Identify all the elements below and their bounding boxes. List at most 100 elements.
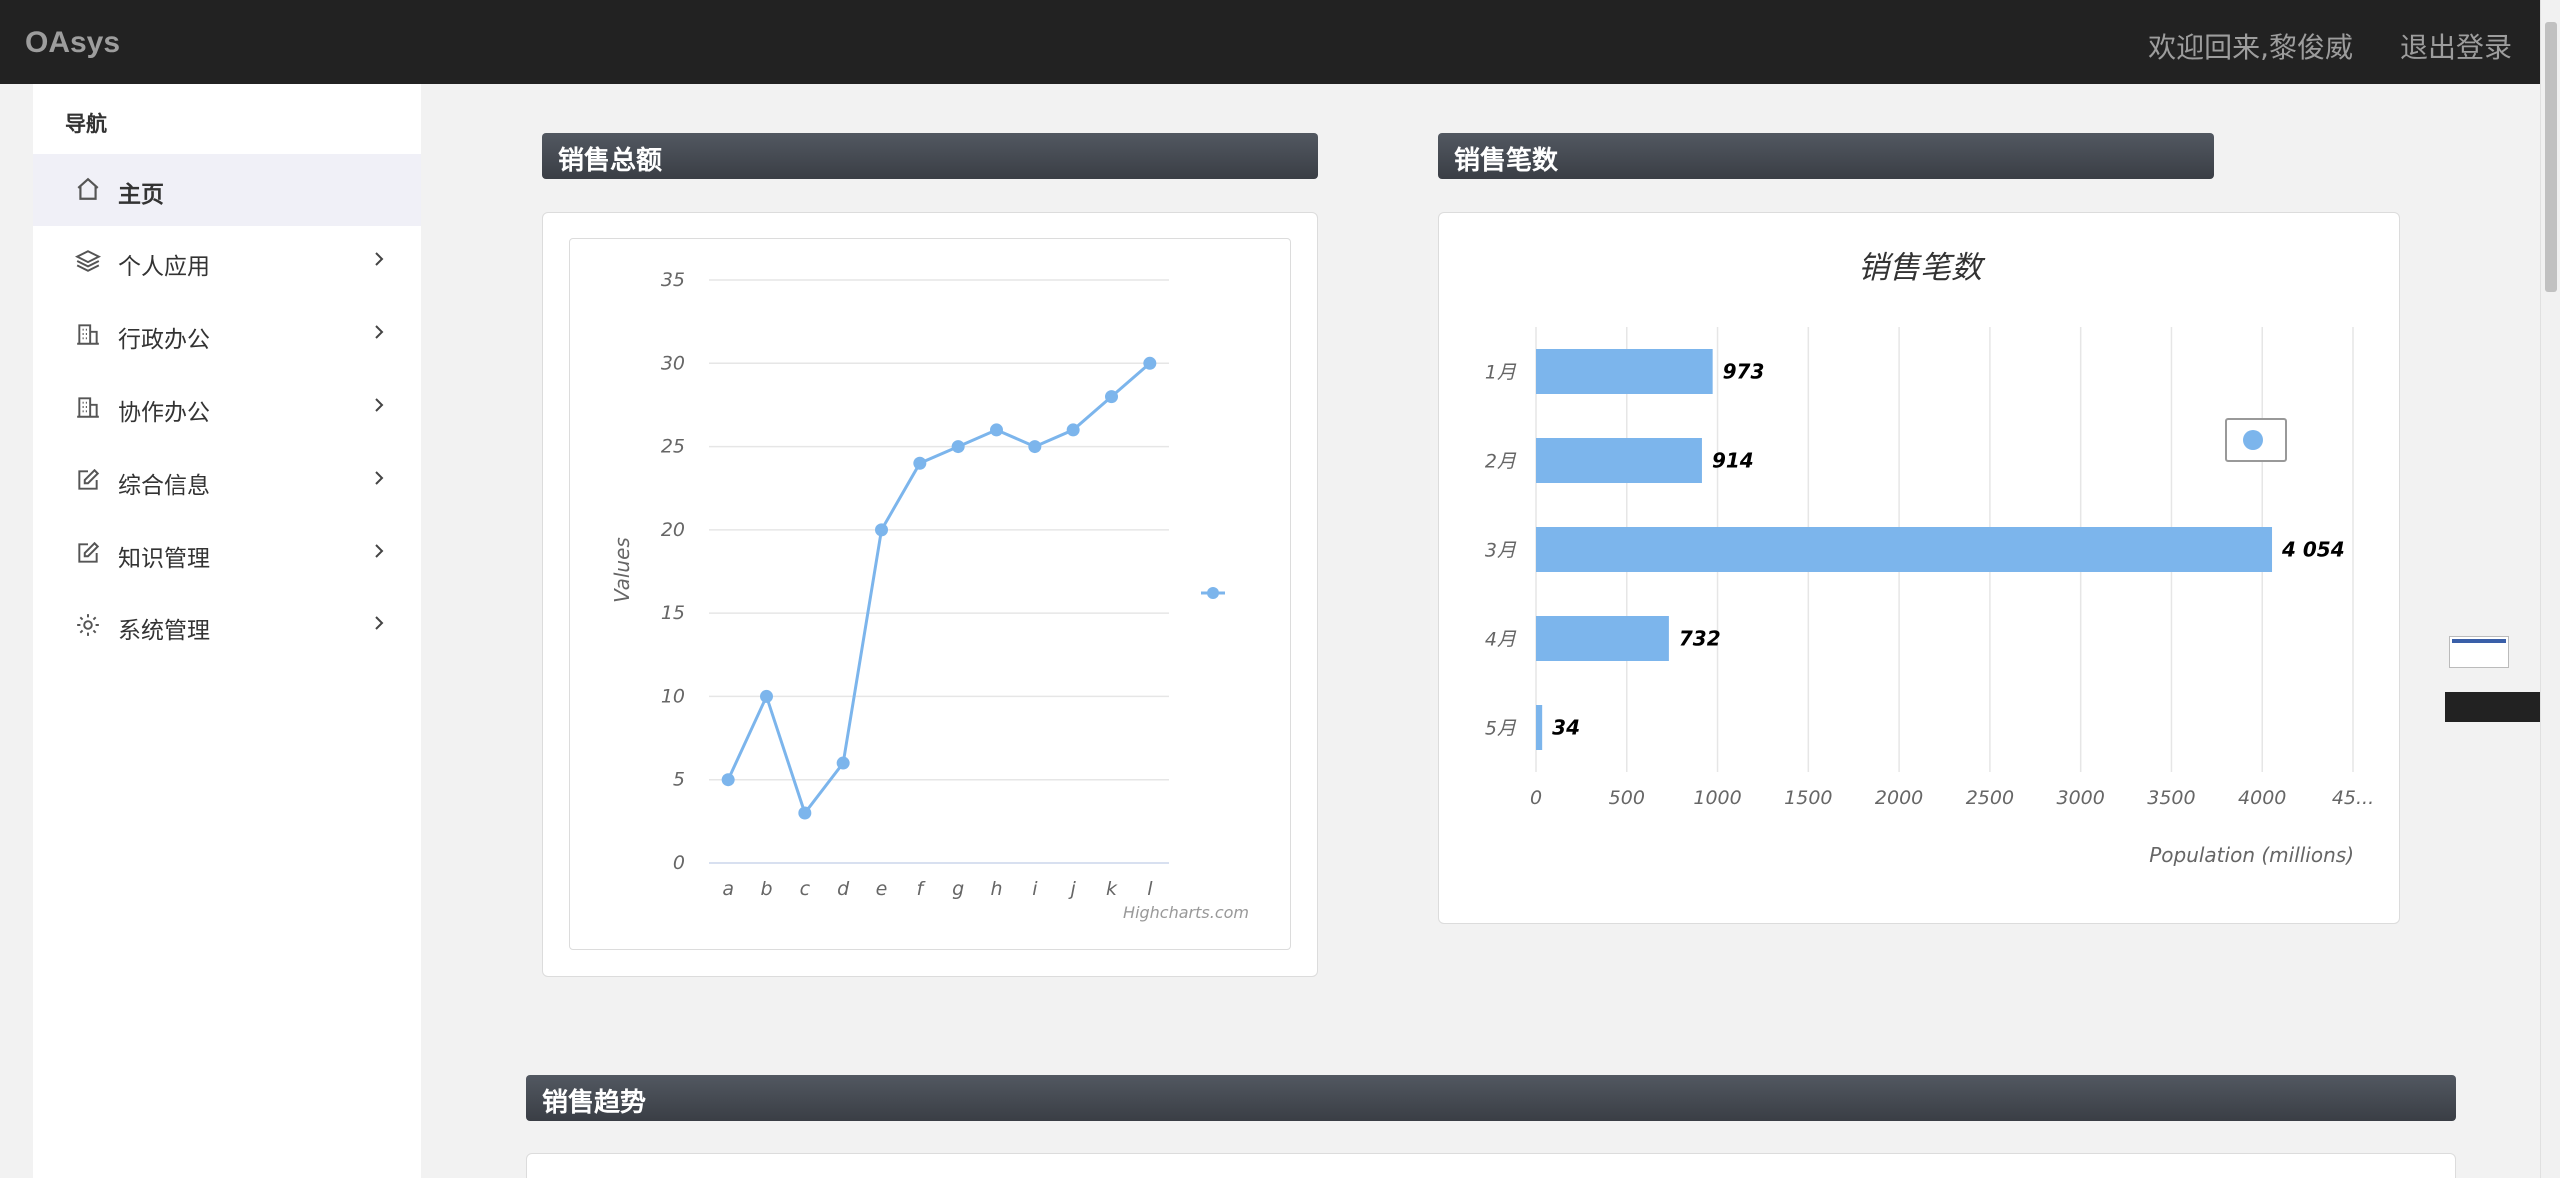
bar[interactable] — [1536, 438, 1702, 483]
data-label: 914 — [1712, 449, 1754, 473]
x-tick-label: b — [760, 878, 772, 900]
y-tick-label: 30 — [661, 352, 685, 374]
sidebar-item-label: 行政办公 — [118, 327, 210, 353]
sidebar-item-system[interactable]: 系统管理 — [33, 590, 421, 662]
x-tick-label: g — [952, 878, 964, 900]
x-tick-label: k — [1106, 878, 1118, 900]
x-tick-label: 2000 — [1875, 787, 1923, 809]
sidebar-item-admin-office[interactable]: 行政办公 — [33, 299, 421, 371]
top-navbar: OAsys 欢迎回来,黎俊威 退出登录 — [0, 0, 2560, 84]
x-tick-label: 3500 — [2147, 787, 2195, 809]
x-tick-label: 1500 — [1784, 787, 1832, 809]
y-tick-label: 0 — [673, 852, 685, 874]
data-point[interactable] — [836, 756, 850, 770]
data-point[interactable] — [760, 689, 773, 703]
x-tick-label: 45... — [2332, 787, 2374, 809]
x-tick-label: e — [876, 878, 888, 900]
y-tick-label: 10 — [661, 685, 685, 707]
x-tick-label: f — [916, 878, 926, 900]
panel-header-sales-trend: 销售趋势 — [526, 1075, 2456, 1121]
x-tick-label: d — [837, 878, 850, 900]
bar[interactable] — [1536, 527, 2273, 572]
bar-chart-title: 销售笔数 — [1858, 250, 1986, 286]
data-point[interactable] — [1105, 390, 1118, 404]
bar[interactable] — [1536, 349, 1713, 394]
nav-title: 导航 — [65, 112, 107, 136]
panel-title: 销售总额 — [558, 146, 663, 176]
bar[interactable] — [1536, 705, 1543, 750]
sidebar-item-home[interactable]: 主页 — [33, 154, 421, 226]
sidebar-item-label: 知识管理 — [118, 546, 210, 572]
building-icon — [77, 397, 99, 418]
category-label: 1月 — [1485, 362, 1517, 384]
category-label: 3月 — [1485, 540, 1517, 562]
data-point[interactable] — [990, 423, 1003, 437]
sidebar: 导航 主页 个人应用 行政办公 协作办公 综合信息 知识管理 系统管理 — [33, 84, 421, 1178]
line-chart: 0 5 10 15 20 25 30 35 a b c d e f g h i j k l Values Highc… — [610, 269, 1249, 922]
scrollbar-thumb[interactable] — [2545, 22, 2557, 292]
data-label: 732 — [1679, 627, 1721, 651]
sidebar-item-label: 系统管理 — [118, 618, 210, 644]
sidebar-item-collab-office[interactable]: 协作办公 — [33, 372, 421, 444]
line-chart-grid — [709, 279, 1169, 864]
x-tick-label: i — [1032, 878, 1038, 900]
x-tick-label: a — [722, 878, 734, 900]
edit-icon — [78, 541, 100, 563]
welcome-user-link[interactable]: 欢迎回来,黎俊威 — [2148, 26, 2353, 66]
sidebar-item-label: 协作办公 — [118, 400, 210, 426]
sales-trend-card — [526, 1153, 2456, 1178]
panel-header-sales-count: 销售笔数 — [1438, 133, 2214, 179]
chevron-right-icon — [375, 252, 384, 266]
x-tick-label: 3000 — [2056, 787, 2104, 809]
sidebar-item-general-info[interactable]: 综合信息 — [33, 445, 421, 517]
floating-thumbnail[interactable] — [2449, 636, 2509, 668]
x-tick-label: j — [1068, 878, 1077, 900]
app-brand[interactable]: OAsys — [25, 26, 120, 60]
legend-box[interactable] — [2225, 418, 2287, 462]
data-point[interactable] — [1066, 423, 1080, 437]
sidebar-item-personal-apps[interactable]: 个人应用 — [33, 226, 421, 298]
data-point[interactable] — [1143, 356, 1157, 370]
x-tick-label: 0 — [1530, 787, 1542, 809]
chevron-right-icon — [375, 616, 384, 630]
panel-title: 销售趋势 — [542, 1088, 647, 1118]
data-label: 34 — [1552, 716, 1580, 740]
data-point[interactable] — [1028, 440, 1042, 454]
data-label: 973 — [1723, 360, 1765, 384]
vertical-scrollbar[interactable] — [2540, 0, 2560, 1178]
y-tick-label: 5 — [673, 769, 685, 791]
building-icon — [77, 324, 99, 345]
x-tick-label: 500 — [1609, 787, 1645, 809]
chart-credit[interactable]: Highcharts.com — [1123, 903, 1249, 922]
data-point[interactable] — [798, 806, 812, 820]
data-point[interactable] — [951, 440, 965, 454]
gear-icon — [77, 614, 99, 636]
x-tick-label: c — [800, 878, 811, 900]
legend-marker[interactable] — [1201, 587, 1225, 599]
chevron-right-icon — [375, 544, 384, 558]
y-tick-label: 20 — [661, 519, 685, 541]
panel-header-total-sales: 销售总额 — [542, 133, 1318, 179]
sidebar-item-label: 主页 — [118, 182, 164, 208]
y-tick-label: 15 — [661, 602, 685, 624]
y-axis-label: Values — [610, 537, 634, 603]
chevron-right-icon — [375, 325, 384, 339]
logout-link[interactable]: 退出登录 — [2400, 26, 2512, 66]
line-series-path — [726, 362, 1151, 817]
floating-toolbar-thumbnail[interactable] — [2445, 692, 2540, 722]
sidebar-item-knowledge[interactable]: 知识管理 — [33, 518, 421, 590]
data-label: 4 054 — [2281, 538, 2345, 562]
x-axis-label: Population (millions) — [2149, 843, 2354, 867]
x-tick-label: 1000 — [1693, 787, 1741, 809]
x-tick-label: h — [990, 878, 1002, 900]
x-tick-label: 4000 — [2238, 787, 2286, 809]
data-point[interactable] — [913, 456, 927, 470]
panel-title: 销售笔数 — [1454, 146, 1559, 176]
home-icon — [77, 177, 99, 200]
edit-icon — [78, 468, 100, 490]
category-label: 4月 — [1485, 629, 1517, 651]
data-point[interactable] — [875, 523, 888, 537]
bar[interactable] — [1536, 616, 1669, 661]
x-tick-label: l — [1147, 878, 1153, 900]
data-point[interactable] — [721, 773, 735, 787]
